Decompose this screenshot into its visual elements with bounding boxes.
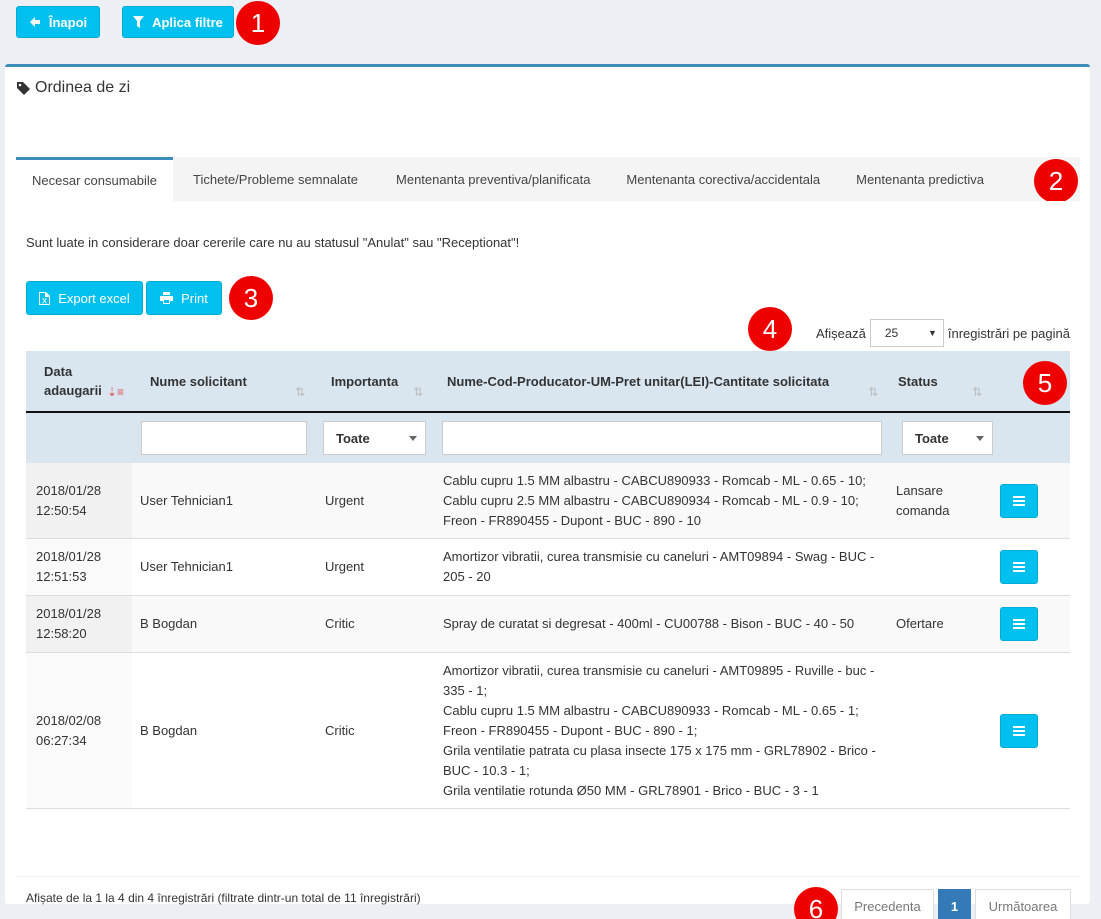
annotation-badge-6: 6: [794, 887, 838, 919]
print-button[interactable]: Print: [146, 281, 222, 315]
tab-tichete[interactable]: Tichete/Probleme semnalate: [173, 157, 378, 201]
cell-status: Lansare comanda: [896, 482, 950, 518]
menu-icon: [1013, 725, 1025, 736]
page-length-select[interactable]: 25 ▼: [869, 319, 944, 347]
cell-name: User Tehnician1: [140, 559, 233, 574]
box-title: Ordinea de zi: [16, 79, 130, 97]
table-row: 2018/01/28 12:50:54 User Tehnician1 Urgent C…: [26, 463, 1070, 539]
table-body: 2018/01/28 12:50:54 User Tehnician1 Urgent C…: [26, 463, 1070, 809]
filter-produs-input[interactable]: [442, 421, 882, 455]
cell-items: Amortizor vibratii, curea transmisie cu …: [443, 662, 876, 798]
cell-actions: [990, 596, 1070, 652]
menu-icon: [1013, 562, 1025, 572]
length-suffix: înregistrări pe pagină: [947, 325, 1070, 341]
table-row: 2018/02/08 06:27:34 B Bogdan Critic Amortizo…: [26, 653, 1070, 809]
col-nume-solicitant[interactable]: Nume solicitant ⇅: [132, 351, 313, 411]
print-icon: [160, 292, 174, 304]
cell-date: 2018/01/28 12:58:20: [26, 596, 132, 652]
tab-panel: Sunt luate in considerare doar cererile …: [16, 201, 1080, 919]
caret-down-icon: ▼: [927, 328, 937, 338]
print-label: Print: [181, 290, 208, 306]
cell-status: [886, 653, 990, 808]
sort-icon: ⇅: [971, 385, 982, 399]
table-row: 2018/01/28 12:58:20 B Bogdan Critic Spray de…: [26, 596, 1070, 653]
sort-icon: ⇅: [867, 385, 878, 399]
cell-date: 2018/01/28 12:51:53: [26, 539, 132, 595]
back-button-label: Înapoi: [48, 14, 88, 30]
apply-filters-label: Aplica filtre: [152, 14, 223, 30]
cell-name: B Bogdan: [140, 722, 198, 738]
annotation-badge-2: 2: [1034, 159, 1078, 203]
table-info: Afișate de la 1 la 4 din 4 înregistrări …: [26, 891, 421, 905]
cell-status: [886, 539, 990, 595]
pagination-prev[interactable]: Precedenta: [841, 889, 934, 919]
caret-down-icon: [409, 435, 417, 441]
filter-status-select[interactable]: Toate: [902, 421, 993, 455]
cell-importance: Critic: [325, 616, 355, 631]
tab-mentenanta-predictiva[interactable]: Mentenanta predictiva: [838, 157, 1002, 201]
annotation-badge-1: 1: [236, 1, 280, 45]
cell-name: B Bogdan: [140, 616, 198, 631]
row-details-button[interactable]: [1000, 607, 1038, 641]
sort-icon: ⇅: [294, 385, 305, 399]
filter-icon: [133, 16, 145, 28]
table-header: Data adaugarii ⇣≡ Nume solicitant ⇅ Impo…: [26, 351, 1070, 413]
row-details-button[interactable]: [1000, 550, 1038, 584]
cell-importance: Urgent: [325, 559, 365, 574]
apply-filters-button[interactable]: Aplica filtre: [122, 6, 234, 38]
col-produs[interactable]: Nume-Cod-Producator-UM-Pret unitar(LEI)-…: [431, 351, 886, 411]
cell-status: Ofertare: [896, 616, 944, 631]
sort-icon: ⇅: [412, 385, 423, 399]
cell-name: User Tehnician1: [140, 492, 233, 508]
arrow-left-icon: [29, 17, 40, 27]
requests-table: Data adaugarii ⇣≡ Nume solicitant ⇅ Impo…: [26, 351, 1070, 809]
page-title: Ordinea de zi: [35, 79, 131, 96]
menu-icon: [1013, 495, 1025, 506]
annotation-badge-3: 3: [229, 276, 273, 320]
agenda-box: Ordinea de zi Necesar consumabile Tichet…: [5, 64, 1090, 919]
annotation-badge-5: 5: [1023, 361, 1067, 405]
cell-items: Amortizor vibratii, curea transmisie cu …: [443, 549, 875, 584]
export-excel-button[interactable]: Export excel: [26, 281, 143, 315]
row-details-button[interactable]: [1000, 713, 1038, 748]
row-details-button[interactable]: [1000, 483, 1038, 518]
cell-actions: [990, 653, 1070, 808]
cell-items: Cablu cupru 1.5 MM albastru - CABCU89093…: [443, 472, 866, 528]
annotation-badge-4: 4: [748, 307, 792, 351]
cell-items: Spray de curatat si degresat - 400ml - C…: [443, 616, 855, 631]
caret-down-icon: [976, 435, 984, 441]
tab-mentenanta-preventiva[interactable]: Mentenanta preventiva/planificata: [378, 157, 608, 201]
tab-bar: Necesar consumabile Tichete/Probleme sem…: [16, 157, 1080, 201]
tag-icon: [17, 81, 30, 95]
cell-importance: Urgent: [325, 492, 365, 508]
tab-mentenanta-corectiva[interactable]: Mentenanta corectiva/accidentala: [608, 157, 838, 201]
cell-date: 2018/02/08 06:27:34: [26, 653, 132, 808]
tab-necesar-consumabile[interactable]: Necesar consumabile: [16, 157, 174, 201]
filter-row: Toate Toate: [26, 413, 1070, 463]
table-row: 2018/01/28 12:51:53 User Tehnician1 Urgent A…: [26, 539, 1070, 596]
cell-importance: Critic: [325, 722, 355, 738]
length-prefix: Afișează: [815, 325, 866, 341]
col-data-adaugarii[interactable]: Data adaugarii ⇣≡: [26, 351, 132, 411]
cell-date: 2018/01/28 12:50:54: [26, 463, 132, 538]
pagination-page-1[interactable]: 1: [938, 889, 971, 919]
menu-icon: [1013, 619, 1025, 629]
page-length-value: 25: [884, 326, 899, 340]
back-button[interactable]: Înapoi: [16, 6, 100, 38]
page-length-control: Afișează 25 ▼ înregistrări pe pagină: [816, 319, 1070, 347]
col-status[interactable]: Status ⇅: [886, 351, 990, 411]
cell-actions: [990, 539, 1070, 595]
export-excel-label: Export excel: [58, 290, 130, 306]
filter-importanta-select[interactable]: Toate: [323, 421, 426, 455]
sort-active-icon: ⇣≡: [106, 385, 124, 399]
cell-actions: [990, 463, 1070, 538]
col-importanta[interactable]: Importanta ⇅: [313, 351, 431, 411]
status-notice: Sunt luate in considerare doar cererile …: [26, 235, 520, 250]
filter-nume-input[interactable]: [141, 421, 307, 455]
pagination-next[interactable]: Următoarea: [975, 889, 1071, 919]
pagination: Precedenta 1 Următoarea: [841, 889, 1071, 919]
file-excel-icon: [39, 291, 51, 305]
